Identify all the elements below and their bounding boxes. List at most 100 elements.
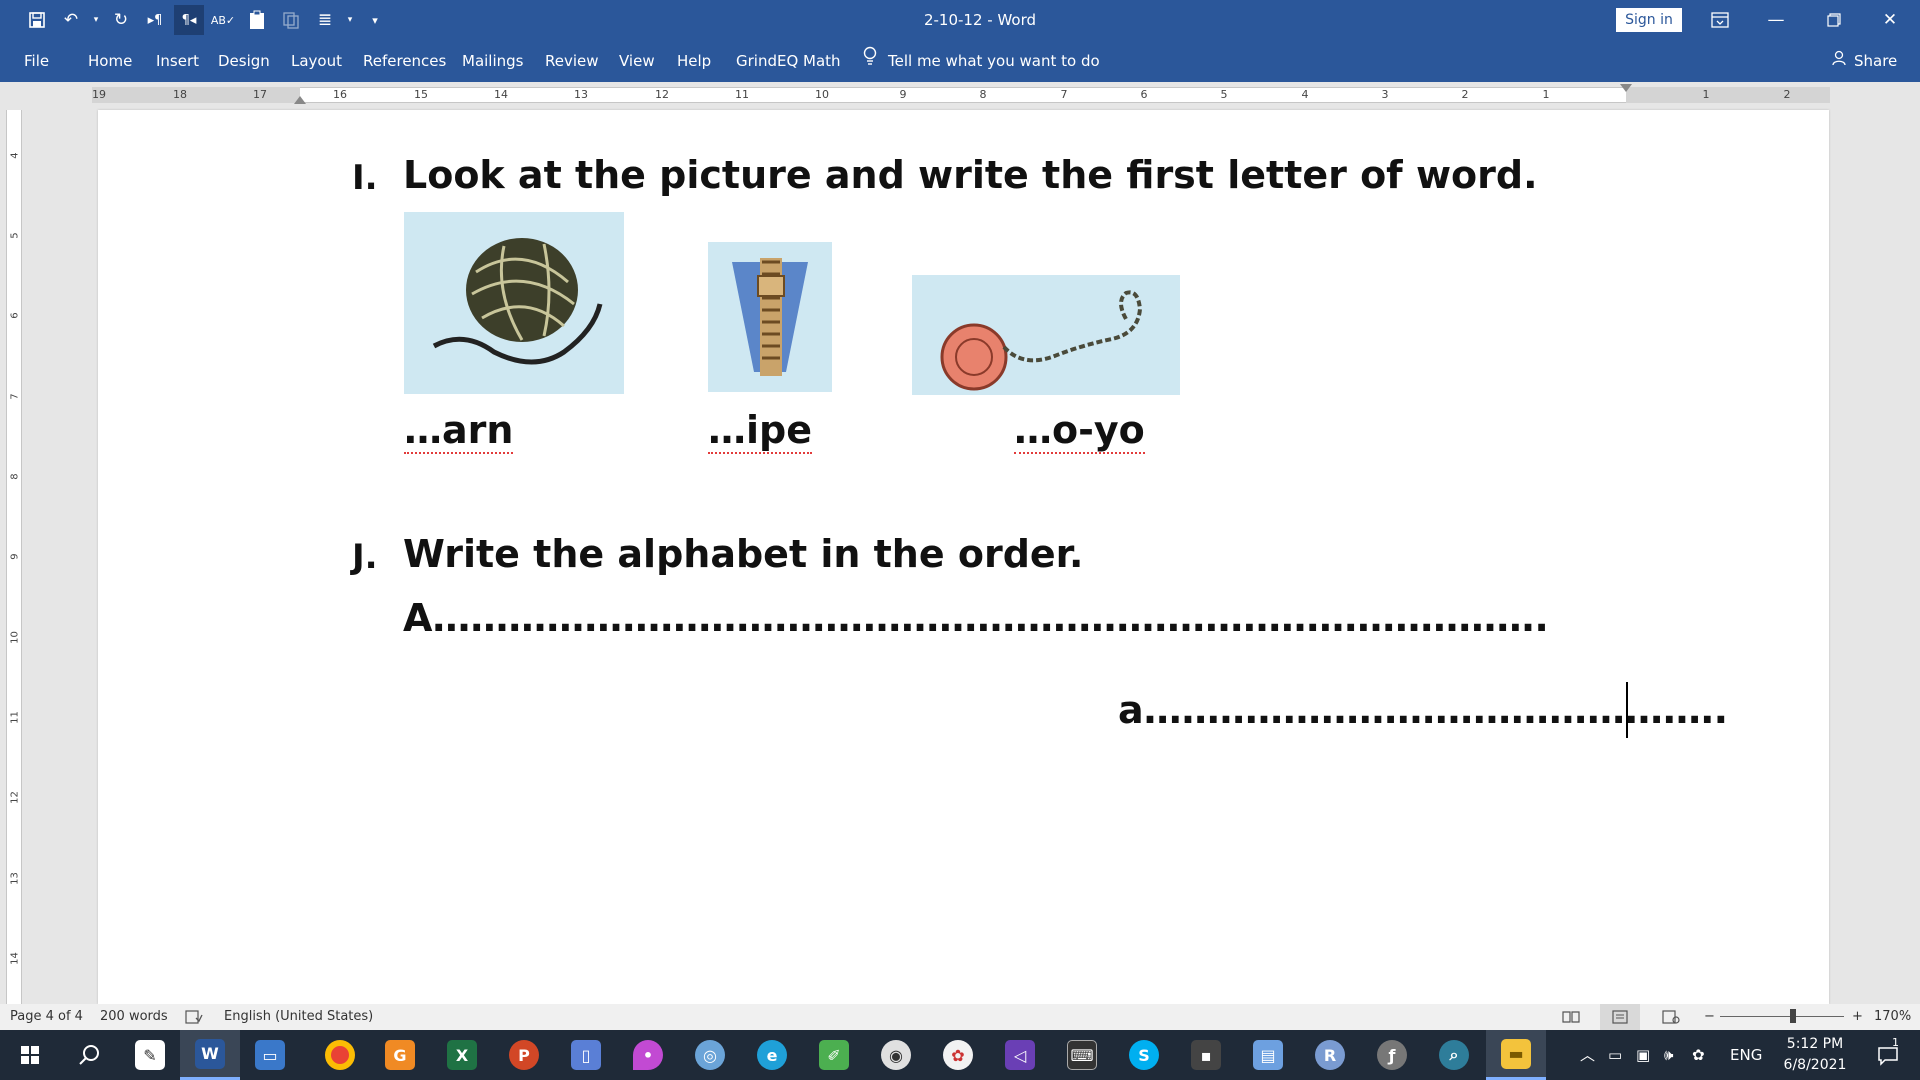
page-count[interactable]: Page 4 of 4 <box>10 1004 83 1030</box>
sign-in-button[interactable]: Sign in <box>1616 8 1682 32</box>
tab-references[interactable]: References <box>363 40 446 82</box>
text-cursor <box>1626 682 1628 738</box>
tab-mailings[interactable]: Mailings <box>462 40 523 82</box>
undo-icon[interactable]: ↶ <box>56 5 86 35</box>
word-icon[interactable]: W <box>180 1030 240 1080</box>
volume-icon[interactable]: 🕪 <box>1664 1030 1673 1080</box>
network-icon[interactable]: ▣ <box>1636 1030 1650 1080</box>
save-icon[interactable] <box>22 5 52 35</box>
notification-count: 1 <box>1892 1036 1899 1049</box>
start-icon[interactable] <box>0 1030 60 1080</box>
zoom-in-icon[interactable]: + <box>1852 1004 1863 1030</box>
computer-icon[interactable]: ▭ <box>240 1030 300 1080</box>
read-mode-icon[interactable] <box>1562 1004 1580 1030</box>
tab-design[interactable]: Design <box>218 40 270 82</box>
question-text: Write the alphabet in the order. <box>403 532 1084 576</box>
minimize-icon[interactable]: — <box>1748 0 1804 40</box>
zoom-slider[interactable] <box>1720 1016 1844 1017</box>
customize-icon[interactable]: ▾ <box>360 5 390 35</box>
vertical-ruler[interactable]: 4 5 6 7 8 9 10 11 12 13 14 <box>6 110 22 1004</box>
ruler-number: 5 <box>9 232 21 239</box>
input-language[interactable]: ENG <box>1730 1030 1762 1080</box>
ruler-number: 1 <box>1542 88 1550 101</box>
question-letter: I. <box>352 158 378 198</box>
powerpoint-icon[interactable]: P <box>494 1030 554 1080</box>
web-layout-icon[interactable] <box>1662 1004 1680 1030</box>
person-icon <box>1832 39 1848 83</box>
ruler-number: 2 <box>1461 88 1469 101</box>
skype-icon[interactable]: S <box>1114 1030 1174 1080</box>
list-dropdown-icon[interactable]: ▾ <box>344 5 356 35</box>
horizontal-ruler[interactable]: 19 18 17 16 15 14 13 12 11 10 9 8 7 6 5 … <box>0 82 1920 110</box>
paragraph-rtl-icon[interactable]: ¶◂ <box>174 5 204 35</box>
disc-icon[interactable]: ◉ <box>866 1030 926 1080</box>
proofing-icon[interactable] <box>185 1004 203 1030</box>
undo-dropdown-icon[interactable]: ▾ <box>90 5 102 35</box>
flash-icon[interactable]: ƒ <box>1362 1030 1422 1080</box>
ruler-number: 7 <box>1060 88 1068 101</box>
folder-icon[interactable]: ▪ <box>1176 1030 1236 1080</box>
zoom-slider-thumb[interactable] <box>1790 1009 1796 1023</box>
tell-me-search[interactable]: Tell me what you want to do <box>862 40 1100 82</box>
notifications-icon[interactable]: 1 <box>1868 1030 1908 1080</box>
pencil-icon[interactable]: ✐ <box>804 1030 864 1080</box>
tab-file[interactable]: File <box>24 40 49 82</box>
edge-icon[interactable]: e <box>742 1030 802 1080</box>
ruler-number: 12 <box>9 791 21 804</box>
zipper-picture <box>708 242 832 392</box>
drop-icon[interactable]: • <box>618 1030 678 1080</box>
list-icon[interactable]: ≣ <box>310 5 340 35</box>
search-globe-icon[interactable]: ⌕ <box>1424 1030 1484 1080</box>
paint-icon[interactable]: ✿ <box>928 1030 988 1080</box>
ruler-number: 17 <box>253 88 267 101</box>
spelling-icon[interactable]: AB✓ <box>208 5 238 35</box>
tab-layout[interactable]: Layout <box>291 40 342 82</box>
close-icon[interactable]: ✕ <box>1862 0 1918 40</box>
zoom-level[interactable]: 170% <box>1874 1004 1911 1030</box>
chrome-icon[interactable] <box>310 1030 370 1080</box>
security-icon[interactable]: ✿ <box>1692 1030 1705 1080</box>
notebook-icon[interactable]: ▯ <box>556 1030 616 1080</box>
word-count[interactable]: 200 words <box>100 1004 168 1030</box>
tab-review[interactable]: Review <box>545 40 599 82</box>
right-indent-marker-icon[interactable] <box>1620 84 1632 92</box>
language[interactable]: English (United States) <box>224 1004 373 1030</box>
redo-icon[interactable]: ↻ <box>106 5 136 35</box>
tab-help[interactable]: Help <box>677 40 711 82</box>
indent-marker-icon[interactable] <box>294 96 306 104</box>
ruler-number: 14 <box>494 88 508 101</box>
keyboard-icon[interactable]: ⌨ <box>1052 1030 1112 1080</box>
file-explorer-icon[interactable]: ▬ <box>1486 1030 1546 1080</box>
ribbon-display-icon[interactable] <box>1692 0 1748 40</box>
title-bar: ↶ ▾ ↻ ▸¶ ¶◂ AB✓ ≣ ▾ ▾ 2-10-12 - Word Sig… <box>0 0 1920 40</box>
copy-icon[interactable] <box>276 5 306 35</box>
paragraph-ltr-icon[interactable]: ▸¶ <box>140 5 170 35</box>
ruler-number: 4 <box>9 152 21 159</box>
word-text: …arn <box>404 408 514 454</box>
restore-icon[interactable] <box>1806 0 1862 40</box>
tab-view[interactable]: View <box>619 40 655 82</box>
excel-icon[interactable]: X <box>432 1030 492 1080</box>
document-page[interactable]: I. Look at the picture and write the fir… <box>98 110 1829 1004</box>
tab-home[interactable]: Home <box>88 40 132 82</box>
chevron-up-icon[interactable]: ︿ <box>1580 1030 1595 1080</box>
r-icon[interactable]: R <box>1300 1030 1360 1080</box>
ruler-number: 3 <box>1381 88 1389 101</box>
globe-icon[interactable]: ◎ <box>680 1030 740 1080</box>
battery-icon[interactable]: ▭ <box>1608 1030 1622 1080</box>
tab-insert[interactable]: Insert <box>156 40 199 82</box>
visual-studio-icon[interactable]: ◁ <box>990 1030 1050 1080</box>
tab-grindeq-math[interactable]: GrindEQ Math <box>736 40 841 82</box>
share-button[interactable]: Share <box>1832 40 1897 82</box>
paste-icon[interactable] <box>242 5 272 35</box>
pdf-icon[interactable]: G <box>370 1030 430 1080</box>
ruler-number: 9 <box>899 88 907 101</box>
ruler-strip <box>92 87 1830 103</box>
clock[interactable]: 5:12 PM 6/8/2021 <box>1770 1034 1860 1076</box>
print-layout-icon[interactable] <box>1600 1004 1640 1030</box>
word-blank-zipper: …ipe <box>708 408 812 454</box>
search-icon[interactable] <box>60 1030 120 1080</box>
pen-icon[interactable]: ✎ <box>120 1030 180 1080</box>
files-icon[interactable]: ▤ <box>1238 1030 1298 1080</box>
zoom-out-icon[interactable]: − <box>1704 1004 1715 1030</box>
